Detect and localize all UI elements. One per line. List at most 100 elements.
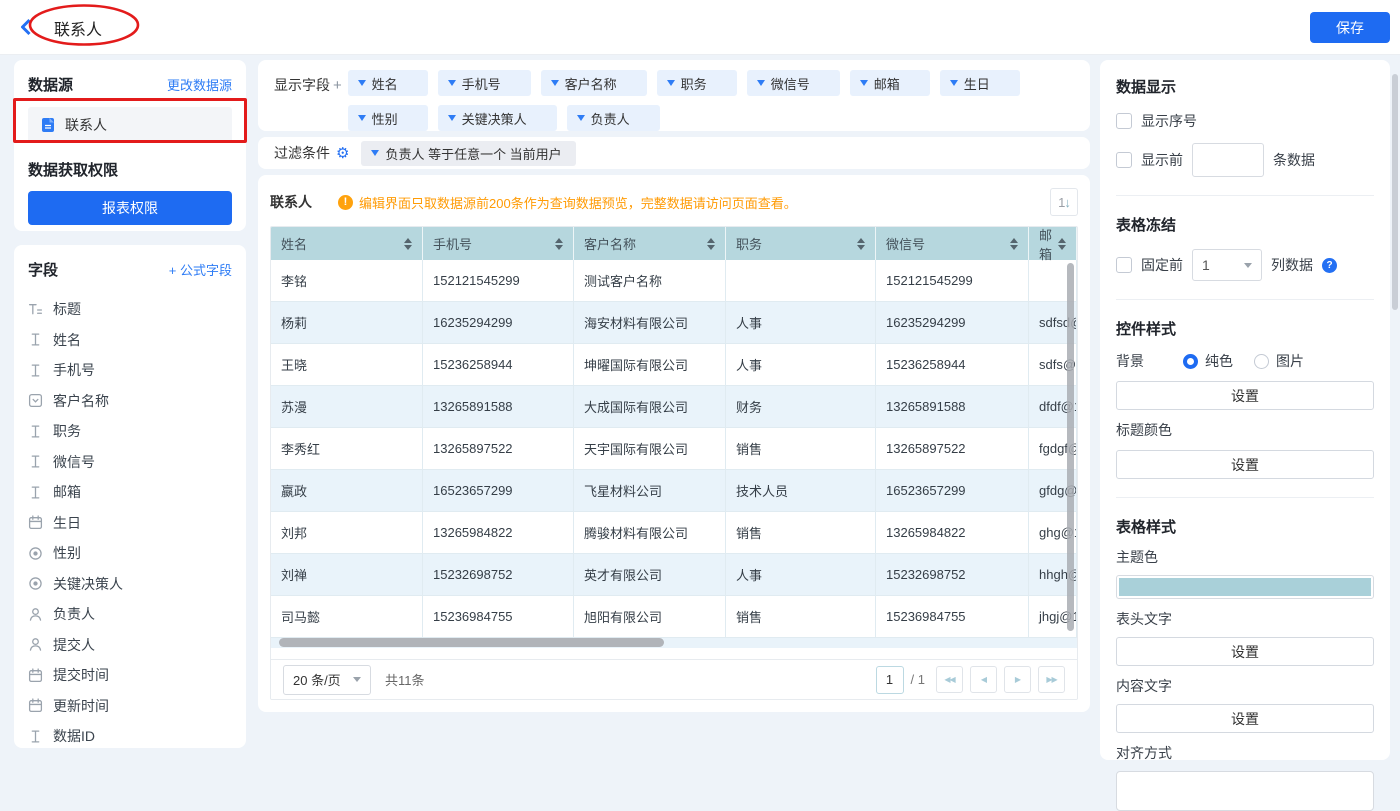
display-field-chip[interactable]: 负责人 <box>567 105 660 131</box>
display-field-chip[interactable]: 生日 <box>940 70 1020 96</box>
data-table: 姓名 手机号 客户名称 职务 微信号 邮箱 李铭15212154529 <box>270 226 1078 700</box>
sort-carets-icon <box>404 238 412 250</box>
field-item[interactable]: 生日 <box>28 508 232 539</box>
table-cell: 16523657299 <box>423 470 574 512</box>
content-text-set-button[interactable]: 设置 <box>1116 704 1374 733</box>
page-title: 联系人 <box>54 16 102 40</box>
widget-style-heading: 控件样式 <box>1116 318 1374 339</box>
last-page-button[interactable]: ▶▶ <box>1038 666 1065 693</box>
table-header-cell[interactable]: 姓名 <box>271 227 423 260</box>
next-page-button[interactable]: ▶ <box>1004 666 1031 693</box>
field-item[interactable]: 客户名称 <box>28 386 232 417</box>
theme-color-swatch[interactable] <box>1119 578 1371 596</box>
table-header-cell[interactable]: 微信号 <box>876 227 1029 260</box>
report-permission-button[interactable]: 报表权限 <box>28 191 232 225</box>
display-field-chip[interactable]: 手机号 <box>438 70 531 96</box>
pagination-bar: 20 条/页 共11条 1 / 1 ◀◀ ◀ ▶ ▶▶ <box>271 659 1077 699</box>
add-display-field-button[interactable]: + <box>333 77 342 94</box>
back-button[interactable] <box>16 16 38 38</box>
alignment-control[interactable] <box>1116 771 1374 811</box>
display-field-chip[interactable]: 关键决策人 <box>438 105 557 131</box>
table-row: 司马懿15236984755旭阳有限公司销售15236984755jhgj@16 <box>271 596 1077 638</box>
table-cell: 旭阳有限公司 <box>574 596 726 638</box>
field-item[interactable]: 标题 <box>28 294 232 325</box>
data-display-heading: 数据显示 <box>1116 76 1374 97</box>
horizontal-scrollbar[interactable] <box>279 638 664 647</box>
table-header-cell[interactable]: 职务 <box>726 227 876 260</box>
field-item[interactable]: 关键决策人 <box>28 569 232 600</box>
content-text-label: 内容文字 <box>1116 676 1374 696</box>
table-header-cell[interactable]: 邮箱 <box>1029 227 1077 260</box>
table-cell: 刘禅 <box>271 554 423 596</box>
sort-carets-icon <box>555 238 563 250</box>
display-field-chip[interactable]: 职务 <box>657 70 737 96</box>
datasource-item-label: 联系人 <box>65 115 107 135</box>
field-item[interactable]: 职务 <box>28 416 232 447</box>
page-scrollbar[interactable] <box>1392 74 1398 310</box>
display-field-chip[interactable]: 姓名 <box>348 70 428 96</box>
table-cell: 15236258944 <box>876 344 1029 386</box>
image-radio[interactable] <box>1254 354 1269 369</box>
show-index-checkbox[interactable] <box>1116 113 1132 129</box>
display-field-chip[interactable]: 微信号 <box>747 70 840 96</box>
fix-columns-checkbox[interactable] <box>1116 257 1132 273</box>
chevron-left-icon <box>16 16 38 38</box>
show-first-input[interactable] <box>1192 143 1264 177</box>
field-list: 标题 姓名 手机号 客户名称 职务 微信号 邮箱 生日 性别 关键决策人 负责人 <box>28 294 232 748</box>
table-cell <box>726 260 876 302</box>
add-formula-field-link[interactable]: + 公式字段 <box>169 260 232 279</box>
table-cell: 16235294299 <box>423 302 574 344</box>
field-item[interactable]: 手机号 <box>28 355 232 386</box>
chevron-down-icon <box>577 115 585 121</box>
select-field-icon <box>28 393 43 408</box>
help-icon[interactable]: ? <box>1322 258 1337 273</box>
title-color-set-button[interactable]: 设置 <box>1116 450 1374 479</box>
chevron-down-icon <box>448 115 456 121</box>
background-set-button[interactable]: 设置 <box>1116 381 1374 410</box>
field-item[interactable]: 性别 <box>28 538 232 569</box>
table-cell: 腾骏材料有限公司 <box>574 512 726 554</box>
table-cell: 苏漫 <box>271 386 423 428</box>
filter-panel: 过滤条件 ⚙ 负责人 等于任意一个 当前用户 <box>258 137 1090 169</box>
fix-columns-select[interactable]: 1 <box>1192 249 1262 281</box>
header-text-set-button[interactable]: 设置 <box>1116 637 1374 666</box>
field-item[interactable]: 数据ID <box>28 721 232 748</box>
gear-icon[interactable]: ⚙ <box>336 144 349 162</box>
first-page-button[interactable]: ◀◀ <box>936 666 963 693</box>
vertical-scrollbar[interactable] <box>1067 263 1074 631</box>
table-cell: 152121545299 <box>876 260 1029 302</box>
table-cell: 15236984755 <box>423 596 574 638</box>
filter-condition-chip[interactable]: 负责人 等于任意一个 当前用户 <box>361 141 575 166</box>
field-item[interactable]: 微信号 <box>28 447 232 478</box>
show-first-checkbox[interactable] <box>1116 152 1132 168</box>
datasource-item[interactable]: 联系人 <box>28 107 232 143</box>
field-item[interactable]: 负责人 <box>28 599 232 630</box>
text-field-icon <box>28 363 43 378</box>
display-field-chip[interactable]: 邮箱 <box>850 70 930 96</box>
sort-icon[interactable]: 1↓ <box>1050 188 1078 216</box>
date-field-icon <box>28 698 43 713</box>
table-cell: 海安材料有限公司 <box>574 302 726 344</box>
field-item[interactable]: 提交人 <box>28 630 232 661</box>
table-header-cell[interactable]: 客户名称 <box>574 227 726 260</box>
page-input[interactable]: 1 <box>876 666 904 694</box>
change-datasource-link[interactable]: 更改数据源 <box>167 75 232 94</box>
prev-page-button[interactable]: ◀ <box>970 666 997 693</box>
solid-color-radio[interactable] <box>1183 354 1198 369</box>
user-field-icon <box>28 637 43 652</box>
table-header-cell[interactable]: 手机号 <box>423 227 574 260</box>
display-field-chip[interactable]: 客户名称 <box>541 70 647 96</box>
table-cell: 销售 <box>726 512 876 554</box>
table-row: 李铭152121545299测试客户名称152121545299 <box>271 260 1077 302</box>
field-item[interactable]: 邮箱 <box>28 477 232 508</box>
field-item[interactable]: 提交时间 <box>28 660 232 691</box>
display-fields-panel: 显示字段+ 姓名 手机号 客户名称 职务 微信号 邮箱 生日 性别 关键决策人 <box>258 60 1090 131</box>
chevron-down-icon <box>448 80 456 86</box>
table-cell: 15232698752 <box>876 554 1029 596</box>
page-size-select[interactable]: 20 条/页 <box>283 665 371 695</box>
field-item[interactable]: 更新时间 <box>28 691 232 722</box>
display-field-chip[interactable]: 性别 <box>348 105 428 131</box>
field-item[interactable]: 姓名 <box>28 325 232 356</box>
save-button[interactable]: 保存 <box>1310 12 1390 43</box>
chevron-down-icon <box>358 115 366 121</box>
